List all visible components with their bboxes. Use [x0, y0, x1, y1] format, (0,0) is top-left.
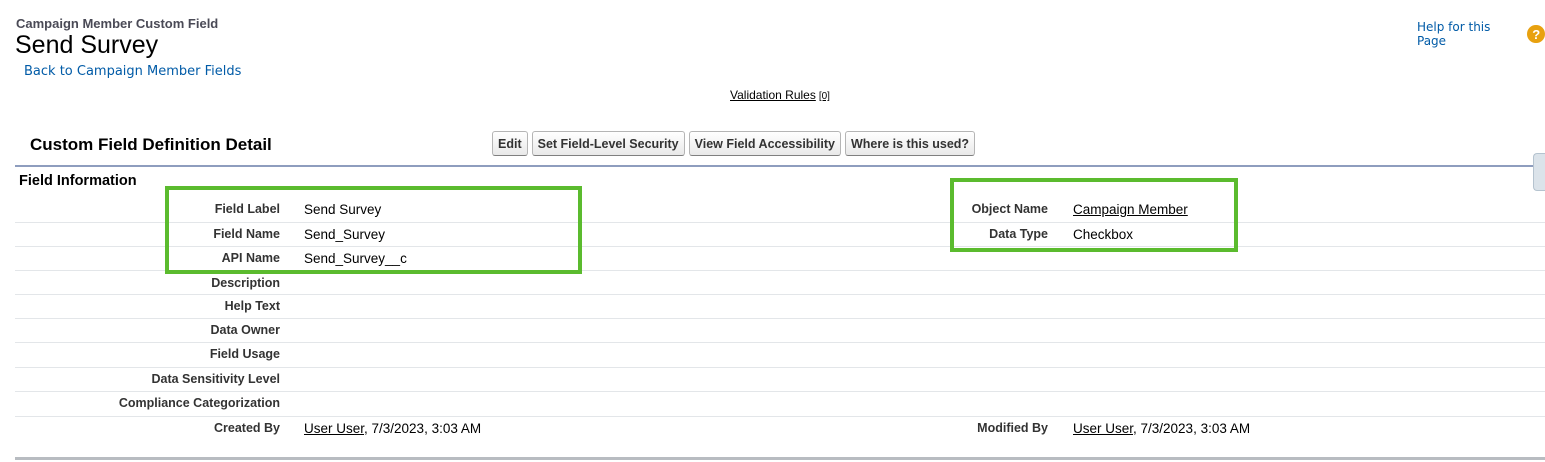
detail-button-bar: Edit Set Field-Level Security View Field… [492, 131, 976, 156]
help-for-page-link[interactable]: Help for this Page ? [1417, 20, 1545, 48]
highlight-box-right [950, 178, 1238, 252]
validation-rules-count: [0] [818, 91, 830, 102]
modified-by-value: User User, 7/3/2023, 3:03 AM [1073, 421, 1250, 436]
modified-by-label: Modified By [977, 421, 1048, 435]
row-divider [15, 318, 1545, 319]
compliance-categorization-label: Compliance Categorization [118, 396, 280, 410]
field-usage-label: Field Usage [209, 347, 280, 361]
row-divider [15, 294, 1545, 295]
data-owner-label: Data Owner [210, 323, 280, 337]
back-to-fields-link[interactable]: Back to Campaign Member Fields [24, 64, 241, 79]
edit-button[interactable]: Edit [492, 131, 528, 156]
side-panel-handle[interactable] [1533, 153, 1545, 191]
created-by-value: User User, 7/3/2023, 3:03 AM [304, 421, 481, 436]
object-type-label: Campaign Member Custom Field [16, 16, 219, 31]
description-label: Description [211, 276, 280, 290]
row-divider [15, 391, 1545, 392]
data-sensitivity-label: Data Sensitivity Level [151, 372, 280, 386]
field-information-heading: Field Information [19, 173, 137, 189]
created-by-date: , 7/3/2023, 3:03 AM [364, 421, 482, 436]
row-divider [15, 367, 1545, 368]
help-text-label: Help Text [224, 299, 280, 313]
view-field-accessibility-button[interactable]: View Field Accessibility [688, 131, 841, 156]
help-link-label: Help for this Page [1417, 20, 1491, 48]
row-divider [15, 342, 1545, 343]
modified-by-date: , 7/3/2023, 3:03 AM [1133, 421, 1251, 436]
row-divider [15, 416, 1545, 417]
where-is-this-used-button[interactable]: Where is this used? [844, 131, 976, 156]
detail-section-title: Custom Field Definition Detail [30, 135, 272, 154]
section-top-rule [15, 165, 1545, 167]
help-question-icon[interactable]: ? [1527, 25, 1545, 43]
set-field-level-security-button[interactable]: Set Field-Level Security [531, 131, 685, 156]
validation-rules-label[interactable]: Validation Rules [730, 88, 816, 102]
validation-rules-link[interactable]: Validation Rules [0] [730, 88, 830, 102]
created-by-user-link[interactable]: User User [304, 421, 364, 436]
created-by-label: Created By [214, 421, 280, 435]
modified-by-user-link[interactable]: User User [1073, 421, 1133, 436]
page-title: Send Survey [15, 31, 159, 59]
highlight-box-left [165, 186, 582, 274]
section-bottom-rule [15, 457, 1545, 460]
